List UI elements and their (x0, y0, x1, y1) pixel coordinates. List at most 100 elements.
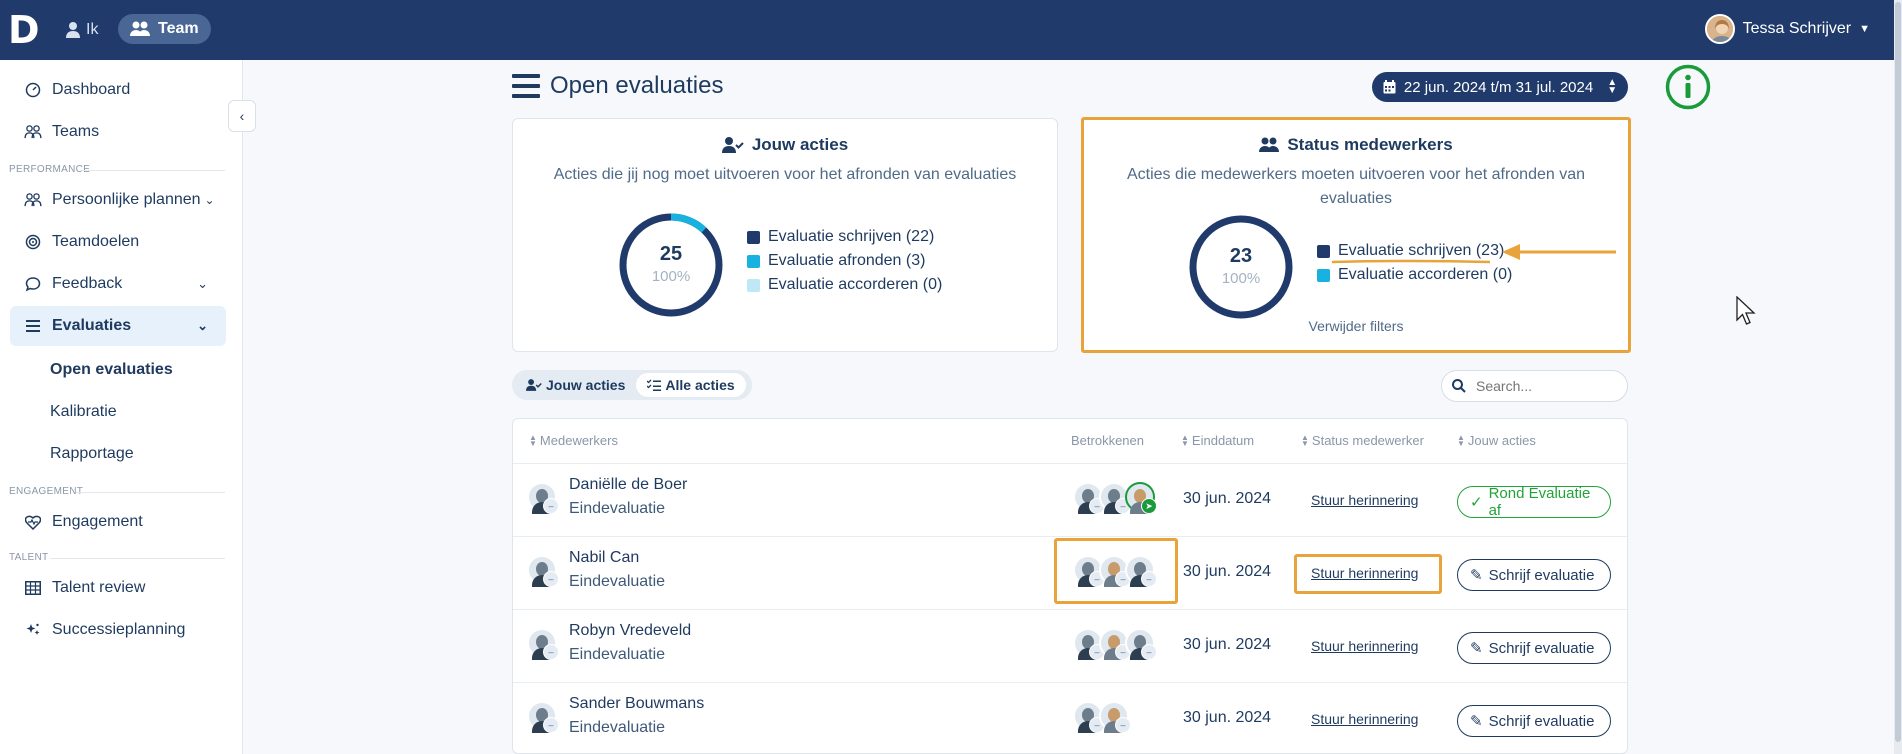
search-icon (1452, 379, 1466, 393)
employee-name[interactable]: Nabil Can (569, 549, 639, 567)
avatar: – (1099, 701, 1131, 733)
nav-team[interactable]: Team (118, 14, 211, 44)
table-row[interactable]: – Daniëlle de Boer Eindevaluatie – – ➤ 3… (513, 463, 1627, 536)
evaluation-type: Eindevaluatie (569, 719, 666, 736)
employee-name[interactable]: Daniëlle de Boer (569, 476, 687, 494)
sidebar-subitem-rapportage[interactable]: Rapportage (50, 442, 134, 466)
users-icon (130, 21, 150, 36)
app-logo[interactable]: D (8, 10, 42, 50)
annotation-arrow (1331, 244, 1616, 264)
date-range-picker[interactable]: 22 jun. 2024 t/m 31 jul. 2024 ▲ ▼ (1372, 72, 1628, 102)
hamburger-menu-icon[interactable] (512, 73, 540, 99)
sidebar-item-label: Engagement (52, 513, 143, 530)
sparkle-icon (24, 621, 42, 639)
send-reminder-link[interactable]: Stuur herinnering (1311, 492, 1418, 508)
page-title: Open evaluaties (512, 70, 723, 102)
sort-icon: ▲ ▼ (1181, 432, 1189, 448)
section-label-engagement: ENGAGEMENT (9, 486, 84, 497)
legend-item-schrijven[interactable]: Evaluatie schrijven (22) (747, 225, 942, 249)
dash-icon: – (543, 644, 559, 660)
avatar: – (527, 482, 559, 514)
sidebar-item-label: Persoonlijke plannen (52, 191, 201, 208)
search-box (1441, 370, 1628, 402)
sidebar-item-label: Successieplanning (52, 621, 186, 638)
info-icon[interactable] (1665, 64, 1711, 110)
sidebar-item-dashboard[interactable]: Dashboard (10, 70, 226, 110)
column-header-acties[interactable]: ▲ ▼ Jouw acties (1457, 433, 1536, 448)
column-header-betrokkenen: Betrokkenen (1071, 433, 1144, 448)
user-menu[interactable]: Tessa Schrijver ▼ (1704, 12, 1870, 46)
end-date: 30 jun. 2024 (1183, 563, 1272, 580)
dash-icon: – (543, 571, 559, 587)
send-reminder-link[interactable]: Stuur herinnering (1311, 638, 1418, 654)
sidebar-item-talent-review[interactable]: Talent review (10, 568, 226, 608)
chevron-left-icon: ‹ (239, 108, 245, 124)
pencil-icon: ✎ (1470, 567, 1483, 584)
sidebar-subitem-open-evaluaties[interactable]: Open evaluaties (50, 358, 173, 382)
heart-pulse-icon (24, 513, 42, 531)
checklist-icon (647, 379, 662, 391)
grid-icon (24, 579, 42, 597)
legend: Evaluatie schrijven (22) Evaluatie afron… (747, 225, 942, 297)
column-header-status[interactable]: ▲ ▼ Status medewerker (1301, 433, 1424, 448)
send-reminder-link[interactable]: Stuur herinnering (1311, 711, 1418, 727)
sidebar-item-engagement[interactable]: Engagement (10, 502, 226, 542)
highlight-box (1294, 554, 1442, 594)
sidebar-subitem-kalibratie[interactable]: Kalibratie (50, 400, 117, 424)
chevron-down-icon: ⌄ (204, 193, 215, 207)
divider (80, 170, 225, 171)
sidebar-item-teams[interactable]: Teams (10, 112, 226, 152)
toggle-jouw-acties[interactable]: Jouw acties (515, 373, 636, 397)
finish-evaluation-button[interactable]: ✓ Rond Evaluatie af (1457, 485, 1611, 519)
sidebar-item-successieplanning[interactable]: Successieplanning (10, 610, 226, 650)
avatar: ➤ (1125, 482, 1157, 514)
caret-down-icon: ▼ (1859, 23, 1870, 35)
sidebar-item-feedback[interactable]: Feedback ⌄ (10, 264, 226, 304)
donut-total: 25 (659, 243, 683, 265)
mouse-cursor-icon (1736, 296, 1756, 325)
toggle-alle-acties[interactable]: Alle acties (636, 373, 746, 397)
divider (50, 558, 225, 559)
highlight-box (1054, 538, 1178, 604)
sidebar-item-teamdoelen[interactable]: Teamdoelen (10, 222, 226, 262)
sidebar-collapse-button[interactable]: ‹ (228, 100, 256, 132)
sidebar: Dashboard Teams PERFORMANCE Persoonlijke… (0, 60, 243, 754)
list-icon (24, 317, 42, 335)
sidebar-item-label: Talent review (52, 579, 146, 596)
end-date: 30 jun. 2024 (1183, 636, 1272, 653)
page-scrollbar[interactable] (1894, 0, 1902, 754)
users-icon (24, 123, 42, 141)
toggle-label: Alle acties (665, 377, 735, 393)
check-icon: ✓ (1470, 494, 1483, 511)
column-header-einddatum[interactable]: ▲ ▼ Einddatum (1181, 433, 1254, 448)
employee-name[interactable]: Sander Bouwmans (569, 695, 704, 713)
top-bar: D Ik Team Tessa Schrijver ▼ (0, 0, 1902, 60)
toggle-label: Jouw acties (546, 377, 626, 393)
target-icon (24, 233, 42, 251)
users-icon (24, 191, 42, 209)
card-title: Jouw acties (513, 135, 1057, 155)
nav-ik[interactable]: Ik (66, 16, 98, 44)
sidebar-item-persoonlijke-plannen[interactable]: Persoonlijke plannen ⌄ (10, 180, 226, 220)
dash-icon: – (1115, 717, 1131, 733)
user-name: Tessa Schrijver (1742, 20, 1852, 37)
employee-name[interactable]: Robyn Vredeveld (569, 622, 691, 640)
column-header-medewerkers[interactable]: ▲ ▼ Medewerkers (529, 433, 618, 448)
table-row[interactable]: – Sander Bouwmans Eindevaluatie – – 30 j… (513, 682, 1627, 753)
legend-item-afronden[interactable]: Evaluatie afronden (3) (747, 249, 942, 273)
table-row[interactable]: – Robyn Vredeveld Eindevaluatie – – – 30… (513, 609, 1627, 682)
write-evaluation-button[interactable]: ✎ Schrijf evaluatie (1457, 632, 1611, 664)
nav-team-label: Team (158, 20, 199, 37)
section-label-performance: PERFORMANCE (9, 164, 91, 175)
write-evaluation-button[interactable]: ✎ Schrijf evaluatie (1457, 705, 1611, 737)
sidebar-item-label: Teamdoelen (52, 233, 140, 250)
jouw-acties-card: Jouw acties Acties die jij nog moet uitv… (512, 118, 1058, 352)
search-input[interactable] (1474, 377, 1614, 395)
legend-item-accorderen[interactable]: Evaluatie accorderen (0) (747, 273, 942, 297)
write-evaluation-button[interactable]: ✎ Schrijf evaluatie (1457, 559, 1611, 591)
dashboard-icon (24, 81, 42, 99)
sort-arrows-icon: ▲ ▼ (1607, 77, 1618, 96)
sort-icon: ▲ ▼ (1457, 432, 1465, 448)
sidebar-item-evaluaties[interactable]: Evaluaties ⌄ (10, 306, 226, 346)
chevron-down-icon: ⌄ (197, 276, 208, 291)
